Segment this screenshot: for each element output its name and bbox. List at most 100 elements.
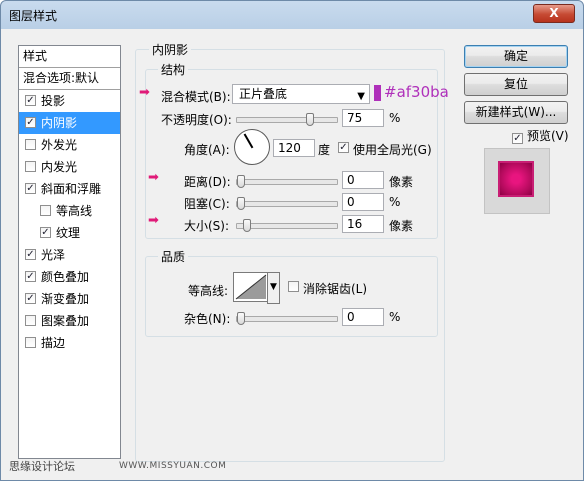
size-slider-thumb[interactable]: [243, 219, 251, 232]
distance-slider-thumb[interactable]: [237, 175, 245, 188]
noise-slider-thumb[interactable]: [237, 312, 245, 325]
blend-options-item[interactable]: 混合选项:默认: [19, 68, 120, 90]
style-item-label: 内阴影: [41, 116, 78, 130]
dialog-body: 样式 混合选项:默认 ✓ 投影 ✓ 内阴影 外发光 内发光 ✓ 斜面和浮雕 等高线 ✓ 纹理 ✓ 光泽 ✓…: [8, 29, 576, 473]
style-item[interactable]: ✓ 颜色叠加: [19, 266, 120, 288]
opacity-unit: %: [389, 111, 401, 125]
size-label: 大小(S):: [184, 219, 230, 233]
style-item-label: 图案叠加: [41, 314, 90, 328]
contour-curve-icon: [235, 274, 267, 300]
opacity-input[interactable]: 75: [342, 109, 384, 127]
style-item[interactable]: 等高线: [19, 200, 120, 222]
global-light-checkbox[interactable]: ✓: [338, 142, 349, 153]
style-item-label: 光泽: [41, 248, 66, 262]
title-bar[interactable]: 图层样式 X: [1, 1, 583, 29]
chevron-down-icon: ▼: [357, 91, 365, 102]
noise-unit: %: [389, 310, 401, 324]
preview-thumbnail: [484, 148, 550, 214]
angle-needle-icon: [243, 133, 254, 149]
reset-button[interactable]: 复位: [464, 73, 568, 96]
angle-label: 角度(A):: [184, 143, 230, 157]
styles-list-header[interactable]: 样式: [19, 46, 120, 68]
chevron-down-icon: ▼: [270, 282, 277, 292]
size-slider[interactable]: [236, 219, 338, 232]
style-item-checkbox[interactable]: ✓: [25, 183, 36, 194]
watermark-left: 思缘设计论坛: [9, 460, 75, 473]
blend-mode-select[interactable]: 正片叠底 ▼: [232, 84, 370, 104]
style-item-label: 渐变叠加: [41, 292, 90, 306]
contour-dropdown[interactable]: ▼: [267, 272, 280, 304]
arrow-marker-size: ➡: [148, 213, 159, 228]
close-icon[interactable]: X: [549, 6, 558, 20]
quality-title: 品质: [158, 248, 189, 265]
contour-label: 等高线:: [188, 284, 229, 298]
distance-unit: 像素: [389, 175, 414, 189]
choke-unit: %: [389, 195, 401, 209]
style-item[interactable]: ✓ 光泽: [19, 244, 120, 266]
style-item-checkbox[interactable]: [25, 315, 36, 326]
new-style-button[interactable]: 新建样式(W)...: [464, 101, 568, 124]
inner-shadow-title: 内阴影: [149, 41, 192, 58]
style-item-label: 颜色叠加: [41, 270, 90, 284]
style-item-checkbox[interactable]: ✓: [25, 293, 36, 304]
blend-mode-value: 正片叠底: [239, 87, 288, 101]
style-item-label: 内发光: [41, 160, 78, 174]
noise-input[interactable]: 0: [342, 308, 384, 326]
style-item-checkbox[interactable]: [25, 337, 36, 348]
window-title: 图层样式: [9, 9, 58, 23]
distance-label: 距离(D):: [184, 175, 231, 189]
distance-slider[interactable]: [236, 175, 338, 188]
watermark-right: WWW.MISSYUAN.COM: [119, 461, 227, 471]
distance-input[interactable]: 0: [342, 171, 384, 189]
size-unit: 像素: [389, 219, 414, 233]
angle-dial[interactable]: [234, 129, 270, 165]
opacity-slider[interactable]: [236, 113, 338, 126]
style-item[interactable]: ✓ 投影: [19, 90, 120, 112]
antialias-checkbox[interactable]: [288, 281, 299, 292]
style-item-label: 外发光: [41, 138, 78, 152]
size-input[interactable]: 16: [342, 215, 384, 233]
style-item-checkbox[interactable]: ✓: [40, 227, 51, 238]
choke-slider-thumb[interactable]: [237, 197, 245, 210]
close-button[interactable]: X: [533, 4, 575, 23]
noise-slider[interactable]: [236, 312, 338, 325]
shadow-color-swatch[interactable]: [374, 85, 381, 101]
noise-label: 杂色(N):: [184, 312, 231, 326]
style-item[interactable]: 图案叠加: [19, 310, 120, 332]
style-item-checkbox[interactable]: ✓: [25, 117, 36, 128]
arrow-marker-blend: ➡: [139, 85, 150, 100]
style-item-checkbox[interactable]: [25, 139, 36, 150]
preview-checkbox[interactable]: ✓: [512, 133, 523, 144]
style-item[interactable]: ✓ 斜面和浮雕: [19, 178, 120, 200]
styles-list: 样式 混合选项:默认 ✓ 投影 ✓ 内阴影 外发光 内发光 ✓ 斜面和浮雕 等高线 ✓ 纹理 ✓ 光泽 ✓…: [18, 45, 121, 459]
ok-button[interactable]: 确定: [464, 45, 568, 68]
opacity-slider-thumb[interactable]: [306, 113, 314, 126]
style-item-checkbox[interactable]: ✓: [25, 95, 36, 106]
contour-picker[interactable]: ▼: [233, 272, 280, 304]
style-item-checkbox[interactable]: ✓: [25, 249, 36, 260]
choke-slider[interactable]: [236, 197, 338, 210]
preview-label: 预览(V): [527, 129, 569, 143]
style-item[interactable]: 描边: [19, 332, 120, 354]
style-item[interactable]: 外发光: [19, 134, 120, 156]
style-item-label: 投影: [41, 94, 66, 108]
style-item-checkbox[interactable]: [40, 205, 51, 216]
opacity-label: 不透明度(O):: [161, 113, 232, 127]
style-item-label: 描边: [41, 336, 66, 350]
style-item-checkbox[interactable]: [25, 161, 36, 172]
style-item[interactable]: ✓ 内阴影: [19, 112, 120, 134]
style-item[interactable]: ✓ 纹理: [19, 222, 120, 244]
choke-input[interactable]: 0: [342, 193, 384, 211]
structure-title: 结构: [158, 61, 189, 78]
preview-checkbox-row[interactable]: ✓ 预览(V): [512, 127, 569, 144]
style-item-label: 等高线: [56, 204, 93, 218]
antialias-label: 消除锯齿(L): [303, 282, 368, 296]
preview-swatch: [500, 163, 532, 195]
layer-style-dialog: 图层样式 X 样式 混合选项:默认 ✓ 投影 ✓ 内阴影外发光内发光 ✓ 斜面和浮雕等高线…: [0, 0, 584, 481]
style-item[interactable]: 内发光: [19, 156, 120, 178]
angle-input[interactable]: 120: [273, 139, 315, 157]
style-item-checkbox[interactable]: ✓: [25, 271, 36, 282]
style-item[interactable]: ✓ 渐变叠加: [19, 288, 120, 310]
arrow-marker-distance: ➡: [148, 170, 159, 185]
choke-label: 阻塞(C):: [184, 197, 230, 211]
